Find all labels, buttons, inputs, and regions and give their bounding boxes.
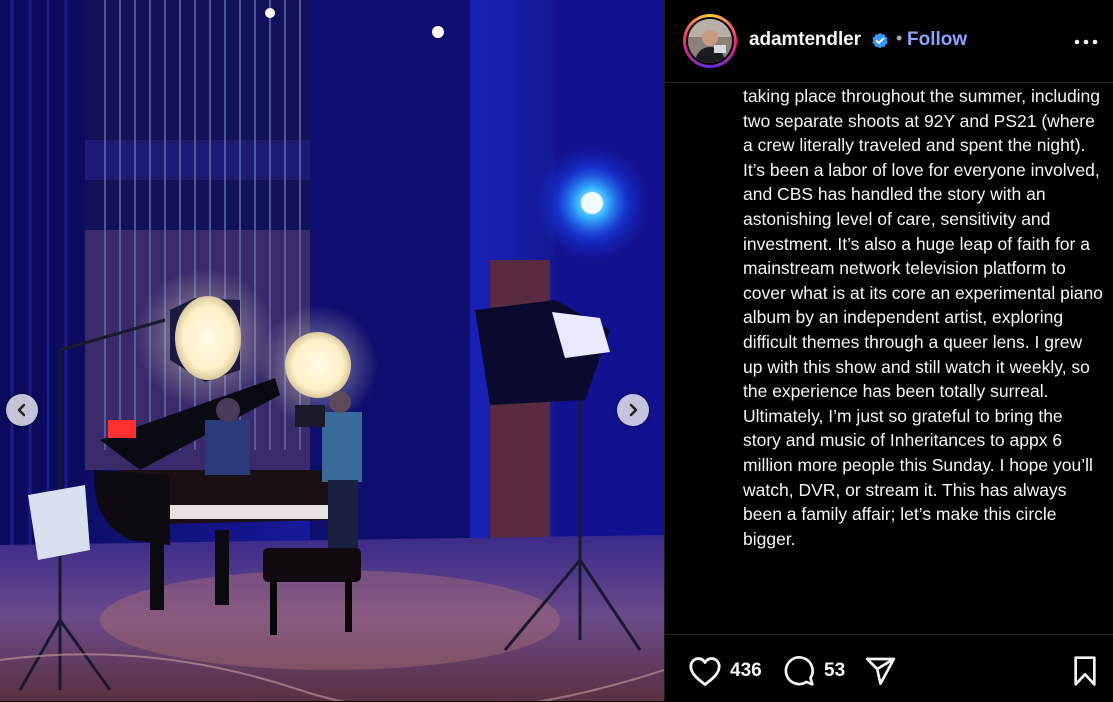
follow-button[interactable]: Follow (907, 29, 967, 51)
bookmark-icon[interactable] (1071, 655, 1099, 687)
action-bar: 436 53 (665, 634, 1113, 702)
more-options-icon (1074, 39, 1098, 45)
avatar-frame (686, 17, 734, 65)
like-count[interactable]: 436 (730, 660, 762, 682)
avatar-image (688, 19, 732, 63)
verified-badge-icon (872, 32, 888, 49)
carousel-next-button[interactable] (617, 394, 649, 426)
more-options-button[interactable] (1071, 30, 1101, 54)
comment-icon[interactable] (783, 655, 815, 687)
story-ring[interactable] (683, 14, 737, 68)
caption-text: taking place throughout the summer, incl… (743, 86, 1103, 549)
username-link[interactable]: adamtendler (749, 29, 861, 51)
post-photo[interactable] (0, 0, 664, 701)
avatar[interactable] (688, 19, 732, 63)
share-icon[interactable] (864, 655, 897, 687)
chevron-left-icon (17, 403, 26, 417)
heart-icon[interactable] (688, 655, 722, 687)
carousel-prev-button[interactable] (6, 394, 38, 426)
stage-photo-image (0, 0, 664, 701)
chevron-right-icon (629, 403, 638, 417)
post-side-panel: adamtendler • Follow taking place throug… (664, 0, 1113, 701)
comment-count[interactable]: 53 (824, 660, 845, 682)
header-separator: • (896, 28, 903, 48)
caption-scroll-area[interactable]: taking place throughout the summer, incl… (743, 82, 1105, 630)
post-header: adamtendler • Follow (665, 0, 1113, 83)
